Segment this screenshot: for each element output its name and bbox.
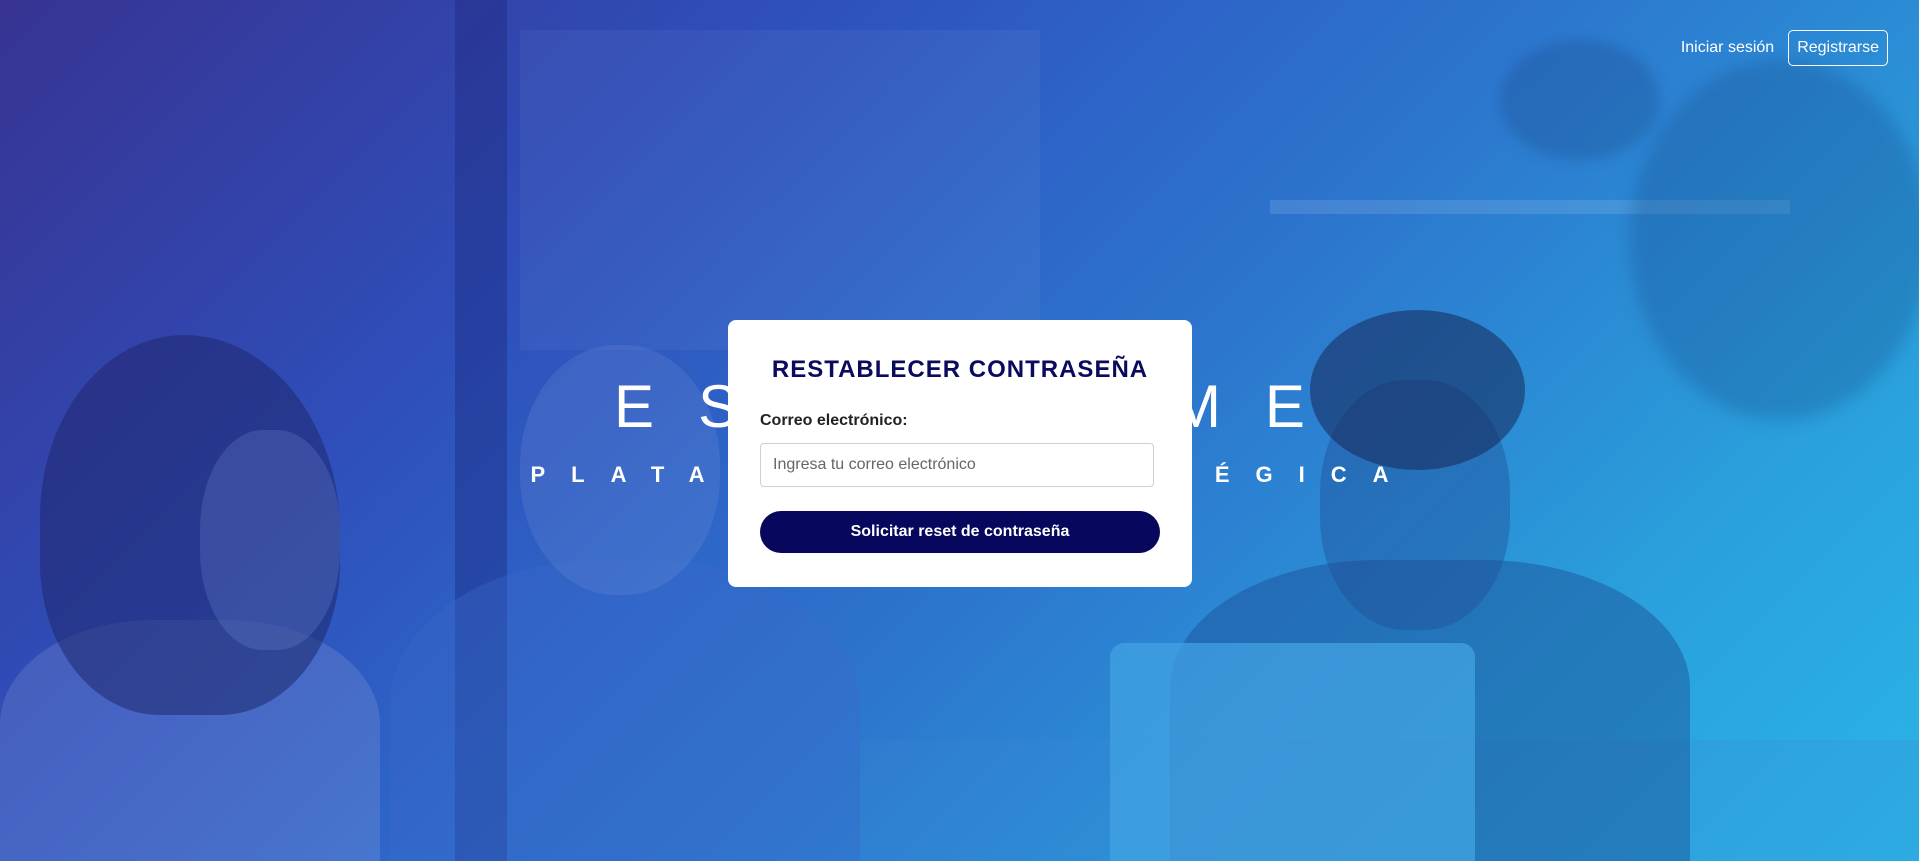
card-title: RESTABLECER CONTRASEÑA — [771, 356, 1149, 383]
reset-password-card: RESTABLECER CONTRASEÑA Correo electrónic… — [728, 320, 1192, 587]
email-field[interactable] — [760, 443, 1154, 487]
hero-background: Iniciar sesión Registrarse ESTRATIME PLA… — [0, 0, 1919, 861]
login-link[interactable]: Iniciar sesión — [1681, 39, 1774, 57]
email-label: Correo electrónico: — [760, 412, 908, 429]
top-nav: Iniciar sesión Registrarse — [1681, 30, 1888, 66]
request-reset-button[interactable]: Solicitar reset de contraseña — [760, 511, 1160, 553]
register-button[interactable]: Registrarse — [1788, 30, 1888, 66]
